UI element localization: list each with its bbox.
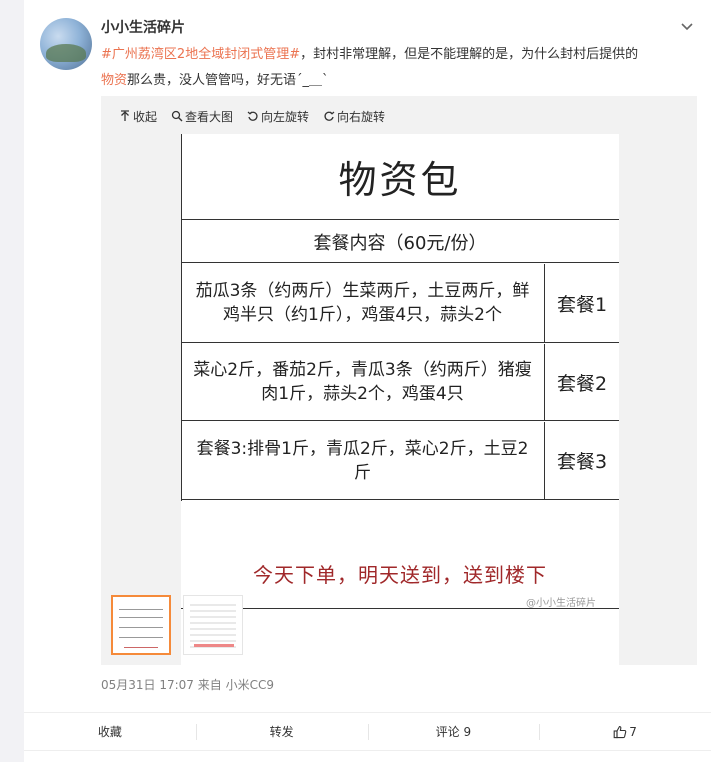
topic-suffix[interactable]: 2地全域封闭式管理# (177, 47, 300, 62)
view-large-button[interactable]: 查看大图 (171, 108, 233, 124)
rotate-right-icon (324, 111, 335, 121)
rotate-right-label: 向右旋转 (337, 109, 386, 124)
package-desc: 套餐3:排骨1斤，青瓜2斤，菜心2斤，土豆2斤 (181, 422, 545, 499)
image-toolbar: 收起 查看大图 向左旋转 向右旋转 (119, 108, 385, 124)
post-source[interactable]: 小米CC9 (226, 678, 274, 692)
rotate-left-button[interactable]: 向左旋转 (247, 108, 309, 124)
thumbnail-preview (190, 604, 236, 648)
avatar[interactable] (40, 18, 92, 70)
image-viewer: 收起 查看大图 向左旋转 向右旋转 物资包 套餐内容（60元/份） 茄瓜3条（约… (101, 96, 697, 678)
thumbnail-selected[interactable] (111, 595, 171, 655)
post-time[interactable]: 05月31日 17:07 (101, 678, 194, 692)
like-count: 7 (629, 724, 637, 739)
favorite-label: 收藏 (97, 725, 122, 739)
topic-prefix[interactable]: #广州 (101, 47, 138, 62)
repost-button[interactable]: 转发 (195, 713, 368, 750)
thumbnail-accent (194, 644, 234, 647)
action-bar: 收藏 转发 评论 9 7 (24, 712, 711, 750)
package-name: 套餐1 (556, 293, 608, 316)
package-name: 套餐2 (556, 372, 608, 395)
package-name: 套餐3 (556, 451, 608, 473)
arrow-up-icon (121, 110, 129, 121)
view-large-label: 查看大图 (185, 109, 234, 124)
package-desc: 茄瓜3条（约两斤）生菜两斤，土豆两斤，鲜鸡半只（约1斤），鸡蛋4只，蒜头2个 (181, 264, 545, 342)
place-link[interactable]: 荔湾区 (138, 47, 177, 62)
post-text-part1: ，封村非常理解，但是不能理解的是，为什么封村后提供的 (300, 47, 639, 62)
post-text: #广州荔湾区2地全域封闭式管理#，封村非常理解，但是不能理解的是，为什么封村后提… (101, 42, 701, 94)
post-meta: 05月31日 17:07 来自 小米CC9 (101, 676, 274, 693)
search-icon (171, 110, 183, 122)
thumb-line (119, 617, 163, 618)
thumbnail-preview (113, 597, 169, 653)
package-row: 套餐3:排骨1斤，青瓜2斤，菜心2斤，土豆2斤 套餐3 (181, 422, 619, 500)
thumb-line (124, 647, 158, 648)
comment-label: 评论 9 (435, 725, 472, 739)
post-text-part2: 那么贵，没人管管吗，好无语ˊ_＿ˋ (127, 73, 329, 88)
rotate-left-icon (247, 111, 258, 121)
weibo-post-card: 小小生活碎片 #广州荔湾区2地全域封闭式管理#，封村非常理解，但是不能理解的是，… (24, 0, 711, 762)
collapse-label: 收起 (133, 109, 158, 124)
source-prefix: 来自 (197, 678, 222, 692)
rotate-right-button[interactable]: 向右旋转 (323, 108, 385, 124)
rotate-left-label: 向左旋转 (261, 109, 310, 124)
supply-package-image[interactable]: 物资包 套餐内容（60元/份） 茄瓜3条（约两斤）生菜两斤，土豆两斤，鲜鸡半只（… (181, 134, 619, 678)
username[interactable]: 小小生活碎片 (101, 17, 185, 37)
like-button[interactable]: 7 (539, 713, 711, 750)
thumb-line (119, 637, 163, 638)
image-subtitle: 套餐内容（60元/份） (181, 221, 619, 263)
divider (24, 750, 711, 751)
goods-link[interactable]: 物资 (101, 73, 127, 88)
thumb-line (119, 627, 163, 628)
package-row: 茄瓜3条（约两斤）生菜两斤，土豆两斤，鲜鸡半只（约1斤），鸡蛋4只，蒜头2个 套… (181, 264, 619, 343)
collapse-button[interactable]: 收起 (119, 108, 157, 124)
chevron-down-icon[interactable] (678, 18, 696, 36)
thumbnail[interactable] (183, 595, 243, 655)
topic-link[interactable]: #广州荔湾区2地全域封闭式管理# (101, 47, 300, 62)
thumb-line (119, 609, 163, 610)
repost-label: 转发 (269, 725, 294, 739)
favorite-button[interactable]: 收藏 (24, 713, 196, 750)
image-watermark: @小小生活碎片 (526, 598, 596, 609)
comment-button[interactable]: 评论 9 (367, 713, 540, 750)
package-desc: 菜心2斤，番茄2斤，青瓜3条（约两斤）猪瘦肉1斤，蒜头2个，鸡蛋4只 (181, 344, 545, 420)
thumbs-up-icon (613, 725, 627, 738)
package-row: 菜心2斤，番茄2斤，青瓜3条（约两斤）猪瘦肉1斤，蒜头2个，鸡蛋4只 套餐2 (181, 344, 619, 421)
image-title: 物资包 (181, 134, 619, 220)
